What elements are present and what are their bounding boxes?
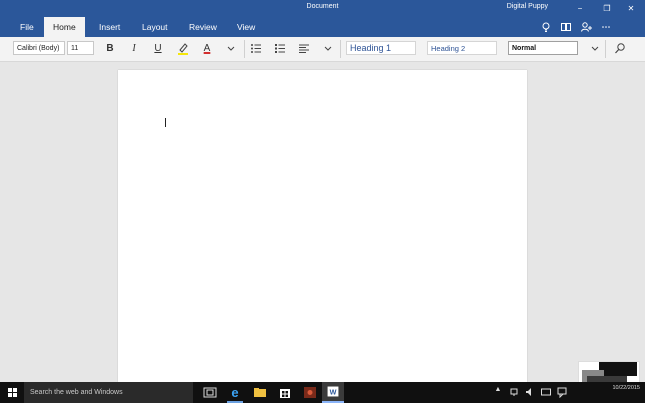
- taskbar-search-box[interactable]: Search the web and Windows: [24, 382, 193, 403]
- font-name-box[interactable]: Calibri (Body): [13, 41, 65, 55]
- tab-file[interactable]: File: [11, 17, 43, 37]
- tray-chevron-up-icon[interactable]: ▲: [493, 386, 503, 398]
- search-icon[interactable]: [613, 41, 627, 56]
- document-title: Document: [306, 3, 339, 10]
- share-icon[interactable]: [580, 21, 592, 33]
- styles-chevron-down-icon[interactable]: [588, 41, 602, 56]
- numbering-icon[interactable]: [273, 41, 287, 56]
- clock-date: 10/22/2015: [612, 385, 640, 391]
- file-explorer-icon[interactable]: [249, 382, 271, 403]
- tray-notification-icon[interactable]: [557, 386, 567, 398]
- tab-view[interactable]: View: [228, 17, 264, 37]
- ribbon-tabs: File Home Insert Layout Review View: [0, 17, 645, 37]
- italic-button[interactable]: I: [127, 41, 141, 56]
- tab-review[interactable]: Review: [180, 17, 226, 37]
- style-heading-2[interactable]: Heading 2: [427, 41, 497, 55]
- title-bar: Document Digital Puppy − ❐ ✕: [0, 0, 645, 17]
- style-heading-1[interactable]: Heading 1: [346, 41, 416, 55]
- bullets-icon[interactable]: [249, 41, 263, 56]
- svg-text:e: e: [231, 385, 238, 400]
- tab-home[interactable]: Home: [44, 17, 85, 37]
- maximize-button[interactable]: ❐: [596, 0, 618, 17]
- font-color-button[interactable]: A: [200, 41, 214, 56]
- underline-button[interactable]: U: [151, 41, 165, 56]
- document-canvas[interactable]: [0, 62, 645, 382]
- edge-browser-icon[interactable]: e: [224, 382, 246, 403]
- word-taskbar-icon[interactable]: W: [322, 382, 344, 403]
- font-size-box[interactable]: 11: [67, 41, 94, 55]
- close-button[interactable]: ✕: [620, 0, 642, 17]
- toolbar-divider: [340, 40, 341, 58]
- home-toolbar: Calibri (Body) 11 B I U A Heading 1 Head…: [0, 37, 645, 62]
- tab-insert[interactable]: Insert: [90, 17, 129, 37]
- tab-layout[interactable]: Layout: [133, 17, 177, 37]
- minimize-button[interactable]: −: [569, 0, 591, 17]
- highlight-icon[interactable]: [176, 41, 190, 56]
- lightbulb-icon[interactable]: [540, 21, 552, 33]
- windows-start-icon[interactable]: [0, 382, 24, 403]
- tray-keyboard-icon[interactable]: [541, 386, 551, 398]
- taskbar-clock[interactable]: 10/22/2015: [612, 384, 640, 392]
- more-icon[interactable]: [600, 21, 612, 33]
- toolbar-divider: [605, 40, 606, 58]
- taskbar: Search the web and Windows e W ▲ 10/22/2…: [0, 382, 645, 403]
- user-name[interactable]: Digital Puppy: [507, 3, 548, 10]
- tray-volume-icon[interactable]: [525, 386, 535, 398]
- reading-view-icon[interactable]: [560, 21, 572, 33]
- tray-network-icon[interactable]: [509, 386, 519, 398]
- chevron-down-icon[interactable]: [224, 41, 238, 56]
- vertical-scrollbar[interactable]: [641, 62, 645, 382]
- style-normal[interactable]: Normal: [508, 41, 578, 55]
- align-left-icon[interactable]: [297, 41, 311, 56]
- toolbar-divider: [244, 40, 245, 58]
- app-icon[interactable]: [299, 382, 321, 403]
- document-page[interactable]: [118, 70, 527, 382]
- store-icon[interactable]: [274, 382, 296, 403]
- chevron-down-icon[interactable]: [321, 41, 335, 56]
- svg-text:W: W: [330, 388, 337, 397]
- text-cursor: [165, 118, 166, 127]
- task-view-icon[interactable]: [199, 382, 221, 403]
- bold-button[interactable]: B: [103, 41, 117, 56]
